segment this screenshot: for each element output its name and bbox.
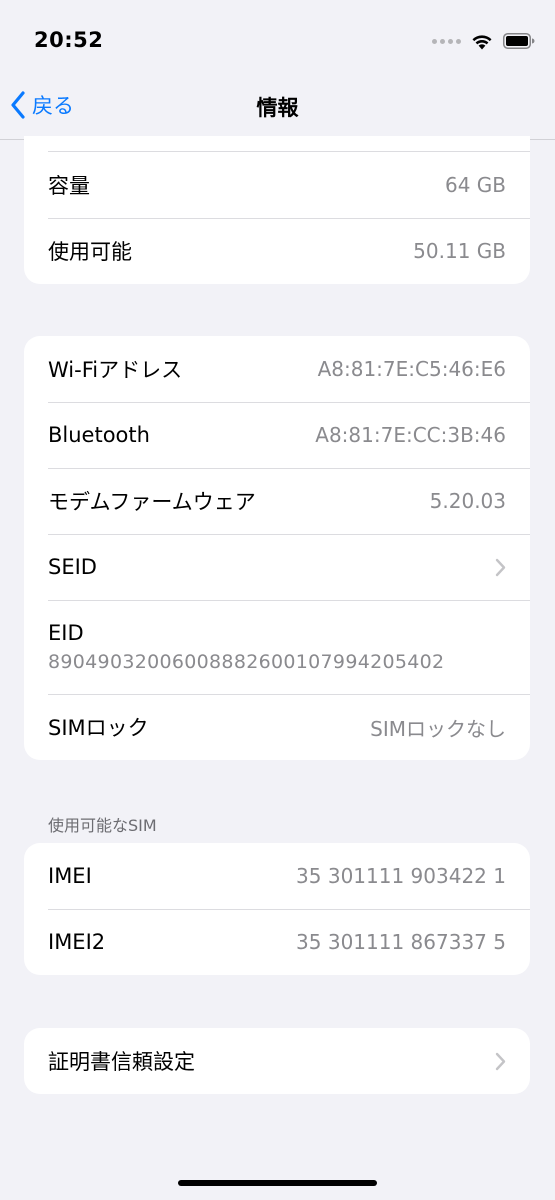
chevron-right-icon bbox=[495, 558, 506, 577]
certificates-group: 証明書信頼設定 bbox=[24, 1028, 530, 1094]
available-value: 50.11 GB bbox=[413, 239, 506, 263]
navigation-bar: 戻る 情報 bbox=[0, 70, 555, 140]
capacity-row: 容量 64 GB bbox=[24, 152, 530, 218]
wifi-icon bbox=[472, 34, 492, 49]
status-time: 20:52 bbox=[34, 28, 104, 52]
cellular-signal-icon bbox=[432, 38, 461, 44]
sim-group: IMEI 35 301111 903422 1 IMEI2 35 301111 … bbox=[24, 843, 530, 975]
sim-lock-label: SIMロック bbox=[48, 716, 149, 740]
imei2-row: IMEI2 35 301111 867337 5 bbox=[24, 909, 530, 975]
bluetooth-row: Bluetooth A8:81:7E:CC:3B:46 bbox=[24, 402, 530, 468]
seid-label: SEID bbox=[48, 555, 97, 579]
imei-row: IMEI 35 301111 903422 1 bbox=[24, 843, 530, 909]
modem-firmware-label: モデムファームウェア bbox=[48, 490, 256, 514]
modem-firmware-value: 5.20.03 bbox=[429, 489, 506, 513]
available-row: 使用可能 50.11 GB bbox=[24, 218, 530, 284]
eid-row: EID 89049032006008882600107994205402 bbox=[24, 600, 530, 694]
imei2-value: 35 301111 867337 5 bbox=[296, 930, 506, 954]
sim-lock-value: SIMロックなし bbox=[370, 716, 506, 741]
wifi-address-label: Wi-Fiアドレス bbox=[48, 358, 183, 382]
network-group: Wi-Fiアドレス A8:81:7E:C5:46:E6 Bluetooth A8… bbox=[24, 336, 530, 760]
storage-group: 容量 64 GB 使用可能 50.11 GB bbox=[24, 136, 530, 284]
seid-row[interactable]: SEID bbox=[24, 534, 530, 600]
chevron-right-icon bbox=[495, 1052, 506, 1071]
sim-lock-row: SIMロック SIMロックなし bbox=[24, 694, 530, 760]
previous-row-sliver bbox=[24, 136, 530, 152]
battery-icon bbox=[503, 33, 535, 49]
capacity-value: 64 GB bbox=[444, 173, 506, 197]
bluetooth-value: A8:81:7E:CC:3B:46 bbox=[315, 423, 506, 447]
available-label: 使用可能 bbox=[48, 240, 132, 264]
sim-section-header: 使用可能なSIM bbox=[48, 816, 157, 835]
imei-value: 35 301111 903422 1 bbox=[296, 864, 506, 888]
status-bar: 20:52 bbox=[0, 0, 555, 70]
imei2-label: IMEI2 bbox=[48, 930, 106, 954]
imei-label: IMEI bbox=[48, 864, 92, 888]
capacity-label: 容量 bbox=[48, 174, 90, 198]
home-indicator[interactable] bbox=[178, 1180, 377, 1186]
wifi-address-row: Wi-Fiアドレス A8:81:7E:C5:46:E6 bbox=[24, 336, 530, 402]
page-title: 情報 bbox=[256, 96, 299, 120]
certificate-trust-settings-label: 証明書信頼設定 bbox=[48, 1050, 195, 1074]
status-indicators bbox=[432, 30, 535, 52]
modem-firmware-row: モデムファームウェア 5.20.03 bbox=[24, 468, 530, 534]
certificate-trust-settings-row[interactable]: 証明書信頼設定 bbox=[24, 1028, 530, 1094]
eid-label: EID bbox=[48, 621, 84, 645]
eid-value: 89049032006008882600107994205402 bbox=[48, 651, 445, 673]
bluetooth-label: Bluetooth bbox=[48, 423, 150, 447]
wifi-address-value: A8:81:7E:C5:46:E6 bbox=[317, 357, 506, 381]
